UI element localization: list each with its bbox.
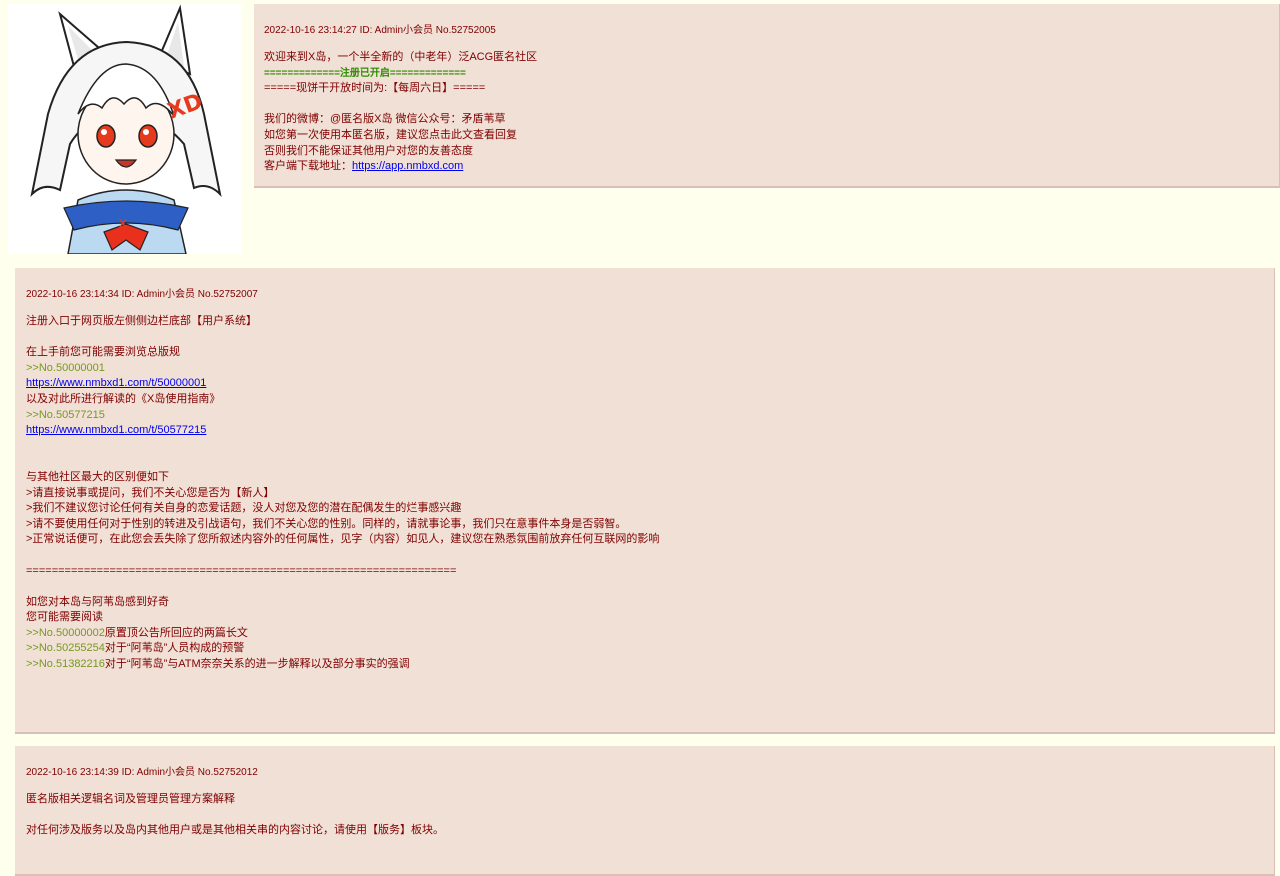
quote-line: >>No.50000002原置顶公告所回应的两篇长文 <box>26 626 1263 642</box>
client-download-link[interactable]: https://app.nmbxd.com <box>352 160 463 172</box>
op-image[interactable]: XD x <box>8 4 242 254</box>
content-line: 注册入口于网页版左侧侧边栏底部【用户系统】 <box>26 315 257 327</box>
post-user-id: ID: Admin小会员 <box>121 767 196 778</box>
post-user-id: ID: Admin小会员 <box>121 289 196 300</box>
svg-text:x: x <box>118 213 127 232</box>
content-line: >正常说话便可，在此您会丢失除了您所叙述内容外的任何属性，见字（内容）如见人，建… <box>26 533 660 546</box>
quote-link[interactable]: >>No.50000001 <box>26 361 1263 377</box>
post-content: 匿名版相关逻辑名词及管理员管理方案解释 对任何涉及版务以及岛内其他用户或是其他相… <box>26 792 1263 839</box>
client-download-line: 客户端下载地址：https://app.nmbxd.com <box>264 159 1269 175</box>
welcome-text: 欢迎来到X岛，一个半全新的（中老年）泛ACG匿名社区 <box>264 51 538 63</box>
content-line: 您可能需要阅读 <box>26 611 103 624</box>
otherwise-text: 否则我们不能保证其他用户对您的友善态度 <box>264 144 473 157</box>
content-line: 对任何涉及版务以及岛内其他用户或是其他相关串的内容讨论，请使用【版务】板块。 <box>26 824 444 837</box>
quote-description: 原置顶公告所回应的两篇长文 <box>104 626 248 639</box>
content-line: >我们不建议您讨论任何有关自身的恋爱话题，没人对您及您的潜在配偶发生的烂事感兴趣 <box>26 502 462 515</box>
post-number-link[interactable]: No.52752007 <box>198 289 258 300</box>
content-line: >请不要使用任何对于性别的转进及引战语句，我们不关心您的性别。同样的，请就事论事… <box>26 517 627 530</box>
reply-post: 2022-10-16 23:14:39 ID: Admin小会员 No.5275… <box>15 746 1275 876</box>
post-user-id: ID: Admin小会员 <box>359 25 434 36</box>
post-time: 23:14:34 <box>79 289 119 300</box>
post-meta: 2022-10-16 23:14:34 ID: Admin小会员 No.5275… <box>26 288 1263 302</box>
quote-link[interactable]: >>No.50000002 <box>26 627 105 639</box>
content-line: 如您对本岛与阿苇岛感到好奇 <box>26 595 169 608</box>
first-time-text: 如您第一次使用本匿名版，建议您点击此文查看回复 <box>264 128 517 141</box>
post-date: 2022-10-16 <box>26 289 78 300</box>
content-line: 以及对此所进行解读的《X岛使用指南》 <box>26 392 221 405</box>
quote-line: >>No.50255254对于“阿苇岛”人员构成的预警 <box>26 641 1263 657</box>
thread-url-link[interactable]: https://www.nmbxd1.com/t/50577215 <box>26 424 206 436</box>
quote-description: 对于“阿苇岛”人员构成的预警 <box>104 642 245 655</box>
content-line: 在上手前您可能需要浏览总版规 <box>26 346 180 359</box>
post-number-link[interactable]: No.52752012 <box>198 767 258 778</box>
quote-link[interactable]: >>No.50577215 <box>26 408 1263 424</box>
post-number-link[interactable]: No.52752005 <box>436 25 496 36</box>
op-row: XD x 2022-10-16 23:14:27 ID: Admin小会员 No… <box>0 0 1280 258</box>
quote-link[interactable]: >>No.50255254 <box>26 642 105 654</box>
weibo-text: 我们的微博：@匿名版X岛 微信公众号：矛盾苇草 <box>264 113 506 126</box>
thread-url-link[interactable]: https://www.nmbxd1.com/t/50000001 <box>26 377 206 389</box>
post-date: 2022-10-16 <box>26 767 78 778</box>
quote-line: >>No.51382216对于“阿苇岛”与ATM奈奈关系的进一步解释以及部分事实… <box>26 657 1263 673</box>
post-meta: 2022-10-16 23:14:27 ID: Admin小会员 No.5275… <box>264 24 1269 38</box>
reply-post: 2022-10-16 23:14:34 ID: Admin小会员 No.5275… <box>15 268 1275 734</box>
client-download-label: 客户端下载地址： <box>264 160 352 173</box>
quote-description: 对于“阿苇岛”与ATM奈奈关系的进一步解释以及部分事实的强调 <box>104 658 410 671</box>
post-meta: 2022-10-16 23:14:39 ID: Admin小会员 No.5275… <box>26 766 1263 780</box>
post-content: 注册入口于网页版左侧侧边栏底部【用户系统】 在上手前您可能需要浏览总版规 >>N… <box>26 314 1263 673</box>
content-line: 与其他社区最大的区别便如下 <box>26 470 169 483</box>
content-line: >请直接说事或提问，我们不关心您是否为【新人】 <box>26 486 275 499</box>
cookie-time-notice: =====现饼干开放时间为:【每周六日】===== <box>264 82 486 95</box>
post-time: 23:14:27 <box>317 25 357 36</box>
register-notice: =============注册已开启============= <box>264 67 466 79</box>
post-content: 欢迎来到X岛，一个半全新的（中老年）泛ACG匿名社区 =============… <box>264 50 1269 175</box>
post-time: 23:14:39 <box>79 767 119 778</box>
post-date: 2022-10-16 <box>264 25 316 36</box>
content-line: 匿名版相关逻辑名词及管理员管理方案解释 <box>26 793 235 805</box>
op-post: 2022-10-16 23:14:27 ID: Admin小会员 No.5275… <box>254 4 1280 188</box>
separator-line: ========================================… <box>26 564 457 577</box>
quote-link[interactable]: >>No.51382216 <box>26 658 105 670</box>
fox-girl-mascot-icon: XD x <box>30 4 222 254</box>
